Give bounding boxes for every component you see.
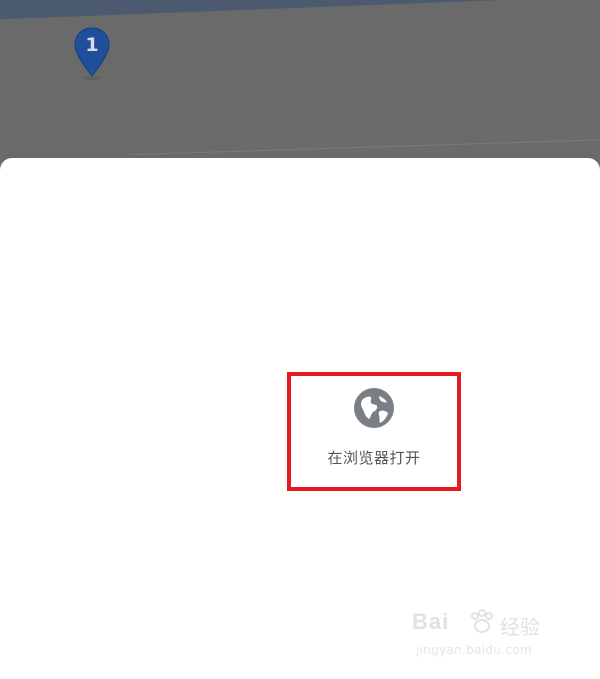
share-bottom-sheet: 在浏览器打开 bbox=[0, 158, 600, 679]
globe-icon bbox=[354, 388, 394, 428]
map-road-band bbox=[0, 0, 600, 20]
paw-icon bbox=[471, 609, 493, 633]
open-in-browser-label: 在浏览器打开 bbox=[327, 449, 421, 467]
baidu-jingyan-watermark: Bai 经验 jingyan.baidu.com bbox=[412, 607, 572, 663]
map-marker-number: 1 bbox=[85, 34, 99, 56]
map-road-line bbox=[130, 137, 600, 156]
watermark-logo-text: Bai bbox=[412, 609, 450, 634]
map-background: 1 bbox=[0, 0, 600, 170]
watermark-url: jingyan.baidu.com bbox=[416, 643, 532, 657]
map-marker[interactable]: 1 bbox=[72, 26, 112, 82]
open-in-browser-button[interactable]: 在浏览器打开 bbox=[287, 372, 461, 491]
watermark-brand-text: 经验 bbox=[500, 615, 540, 639]
